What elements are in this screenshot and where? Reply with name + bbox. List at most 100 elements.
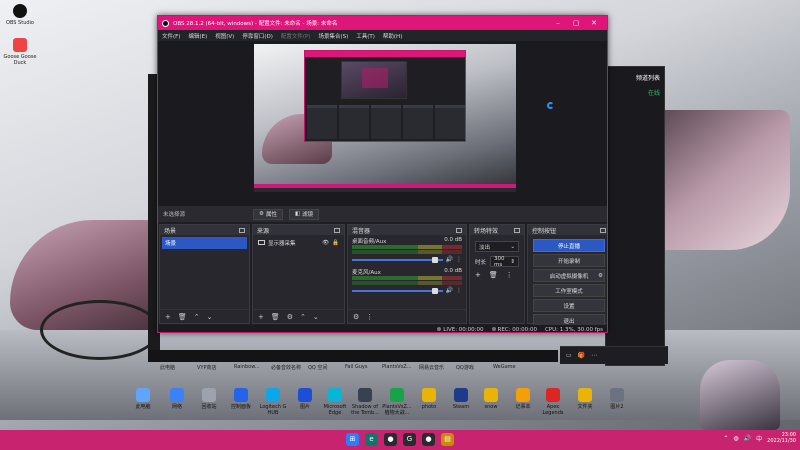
volume-slider[interactable] (352, 256, 443, 263)
menu-edit[interactable]: 编辑(E) (188, 32, 207, 40)
more-icon[interactable]: ⋯ (591, 352, 597, 359)
desktop-icon[interactable]: 此电脑 (126, 388, 160, 410)
chevron-down-icon[interactable]: ⌄ (313, 313, 319, 321)
add-icon[interactable]: + (258, 313, 264, 321)
volume-icon[interactable]: 🔊 (744, 435, 751, 442)
trash-icon[interactable]: 🗑 (178, 313, 187, 321)
desktop-icon[interactable]: 图片2 (600, 388, 634, 410)
shortcut-label[interactable]: 此电脑 (160, 364, 193, 376)
undock-icon[interactable] (514, 227, 520, 233)
desktop-icon[interactable]: 记事本 (506, 388, 540, 410)
desktop-icon[interactable]: 图片 (288, 388, 322, 410)
gift-icon[interactable]: 🎁 (578, 352, 585, 359)
chevron-down-icon[interactable]: ⌄ (207, 313, 213, 321)
trash-icon[interactable]: 🗑 (271, 313, 280, 321)
scene-item[interactable]: 场景 (162, 237, 247, 249)
windows-start-icon[interactable]: ⊞ (346, 433, 359, 446)
properties-button[interactable]: ⚙ 属性 (253, 208, 283, 220)
studio-mode-button[interactable]: 工作室模式 (533, 284, 605, 297)
add-icon[interactable]: + (165, 313, 171, 321)
desktop-icon-goose[interactable]: Goose Goose Duck (0, 38, 40, 66)
more-icon[interactable]: ⋮ (366, 313, 373, 321)
desktop-icon[interactable]: photo (412, 388, 446, 410)
start-recording-button[interactable]: 开始录制 (533, 254, 605, 267)
eye-icon[interactable]: 👁 (322, 240, 329, 246)
obs-icon[interactable]: ● (384, 433, 397, 446)
network-icon[interactable]: ◍ (733, 435, 738, 442)
add-icon[interactable]: + (475, 271, 481, 279)
preview-canvas[interactable] (254, 44, 516, 192)
menu-tools[interactable]: 工具(T) (356, 32, 375, 40)
preview-area[interactable] (158, 41, 607, 206)
menu-help[interactable]: 帮助(H) (383, 32, 402, 40)
more-icon[interactable]: ⋮ (506, 271, 513, 279)
chevron-up-icon[interactable]: ⌃ (723, 435, 728, 442)
shortcut-label[interactable]: Fall Guys (345, 364, 378, 376)
speaker-icon[interactable]: 🔊 (446, 287, 453, 294)
undock-icon[interactable] (239, 227, 245, 233)
menu-docks[interactable]: 停靠窗口(D) (242, 32, 273, 40)
speaker-icon[interactable]: 🔊 (446, 256, 453, 263)
start-virtual-camera-button[interactable]: 启动虚拟摄像机 ⚙ (533, 269, 605, 282)
desktop-icon[interactable]: Steam (444, 388, 478, 410)
obs-window[interactable]: OBS 28.1.2 (64-bit, windows) - 配置文件: 未命名… (157, 15, 608, 333)
source-item[interactable]: 显示器采集 👁 🔒 (255, 237, 342, 248)
volume-knob[interactable] (432, 256, 439, 263)
shortcut-label[interactable]: 网易云音乐 (419, 364, 452, 376)
settings-button[interactable]: 设置 (533, 299, 605, 312)
menu-file[interactable]: 文件(F) (162, 32, 180, 40)
undock-icon[interactable] (600, 227, 606, 233)
transition-select[interactable]: 淡出 ⌄ (475, 241, 519, 252)
gear-icon[interactable]: ⚙ (287, 313, 293, 321)
shortcut-label[interactable]: QQ游戏 (456, 364, 489, 376)
minimize-icon[interactable]: – (549, 19, 567, 27)
volume-slider[interactable] (352, 287, 443, 294)
shortcut-label[interactable]: Rainbow... (234, 364, 267, 376)
desktop-icon[interactable]: Apex Legends (536, 388, 570, 416)
obs-icon[interactable]: ● (422, 433, 435, 446)
desktop-icon[interactable]: 控制面板 (224, 388, 258, 410)
desktop-icon[interactable]: Shadow of the Tomb... (348, 388, 382, 416)
desktop-icon[interactable]: snow (474, 388, 508, 410)
undock-icon[interactable] (334, 227, 340, 233)
maximize-icon[interactable]: ▢ (567, 19, 585, 27)
background-window[interactable]: 频道列表 在线 (605, 66, 665, 366)
filters-button[interactable]: ◧ 滤镜 (288, 208, 320, 220)
input-method-icon[interactable]: 中 (756, 434, 762, 443)
menu-scene-collection[interactable]: 场景集合(S) (318, 32, 348, 40)
logitech-icon[interactable]: G (403, 433, 416, 446)
shortcut-label[interactable]: PlantsVsZ... (382, 364, 415, 376)
shortcut-label[interactable]: 必备音效名称 (271, 364, 304, 376)
explorer-icon[interactable]: ▤ (441, 433, 454, 446)
menu-view[interactable]: 视图(V) (215, 32, 234, 40)
desktop-icon[interactable]: Logitech G HUB (256, 388, 290, 416)
chevron-up-icon[interactable]: ⌃ (300, 313, 306, 321)
stop-streaming-button[interactable]: 停止直播 (533, 239, 605, 252)
gear-icon[interactable]: ⚙ (596, 273, 605, 279)
shortcut-label[interactable]: QQ 空间 (308, 364, 341, 376)
shortcut-label[interactable]: VYP商店 (197, 364, 230, 376)
duration-input[interactable]: 300 ms ⇕ (490, 256, 519, 268)
desktop-icon[interactable]: Microsoft Edge (318, 388, 352, 416)
comment-icon[interactable]: ▭ (566, 352, 572, 359)
more-icon[interactable]: ⋮ (456, 256, 462, 263)
steam-icon (454, 388, 468, 402)
edge-icon[interactable]: e (365, 433, 378, 446)
desktop-icon[interactable]: PlantsVsZ... 植物大战... (380, 388, 414, 416)
clock[interactable]: 23:00 2022/11/30 (767, 432, 796, 444)
desktop-icon[interactable]: 网络 (160, 388, 194, 410)
shortcut-label[interactable]: WeGame (493, 364, 526, 376)
volume-knob[interactable] (432, 287, 439, 294)
desktop-icon[interactable]: 文件夹 (568, 388, 602, 410)
close-icon[interactable]: ✕ (585, 19, 603, 27)
more-icon[interactable]: ⋮ (456, 287, 462, 294)
undock-icon[interactable] (456, 227, 462, 233)
chevron-up-icon[interactable]: ⌃ (194, 313, 200, 321)
gear-icon[interactable]: ⚙ (353, 313, 359, 321)
obs-titlebar[interactable]: OBS 28.1.2 (64-bit, windows) - 配置文件: 未命名… (158, 16, 607, 30)
desktop-icon-obs[interactable]: OBS Studio (0, 4, 40, 26)
lock-icon[interactable]: 🔒 (332, 240, 339, 246)
desktop-icon[interactable]: 回收站 (192, 388, 226, 410)
trash-icon[interactable]: 🗑 (489, 271, 498, 279)
menu-profile[interactable]: 配置文件(P) (281, 32, 311, 40)
